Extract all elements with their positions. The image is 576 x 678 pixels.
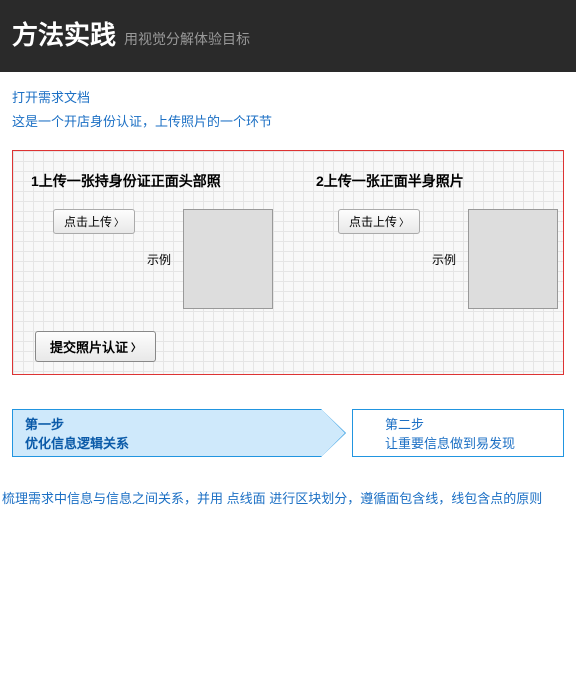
page-header: 方法实践 用视觉分解体验目标 [0, 0, 576, 72]
upload-button-1-label: 点击上传 [64, 213, 112, 230]
example-image-1 [183, 209, 273, 309]
example-label-2: 示例 [432, 251, 456, 268]
step-2[interactable]: 第二步 让重要信息做到易发现 [352, 409, 564, 457]
step-1-desc: 优化信息逻辑关系 [25, 433, 321, 452]
upload-button-1[interactable]: 点击上传 〉 [53, 209, 135, 234]
steps-nav: 第一步 优化信息逻辑关系 第二步 让重要信息做到易发现 [12, 409, 564, 459]
intro-description: 这是一个开店身份认证，上传照片的一个环节 [12, 111, 564, 130]
chevron-right-icon: 〉 [399, 214, 409, 229]
upload-column-2: 2上传一张正面半身照片 点击上传 〉 示例 [308, 171, 563, 309]
chevron-right-icon: 〉 [131, 339, 141, 354]
submit-button-label: 提交照片认证 [50, 337, 128, 356]
example-image-2 [468, 209, 558, 309]
step-1[interactable]: 第一步 优化信息逻辑关系 [12, 409, 322, 457]
page-title: 方法实践 [12, 15, 116, 52]
open-doc-link[interactable]: 打开需求文档 [12, 90, 90, 105]
chevron-right-icon: 〉 [114, 214, 124, 229]
example-label-1: 示例 [147, 251, 171, 268]
upload-column-1: 1上传一张持身份证正面头部照 点击上传 〉 示例 [23, 171, 278, 309]
upload-title-1: 1上传一张持身份证正面头部照 [31, 171, 278, 191]
upload-button-2[interactable]: 点击上传 〉 [338, 209, 420, 234]
step-2-desc: 让重要信息做到易发现 [385, 433, 563, 452]
upload-button-2-label: 点击上传 [349, 213, 397, 230]
intro-block: 打开需求文档 这是一个开店身份认证，上传照片的一个环节 [0, 72, 576, 138]
upload-panel: 1上传一张持身份证正面头部照 点击上传 〉 示例 2上传一张正面半身照片 点击上… [12, 150, 564, 375]
submit-button[interactable]: 提交照片认证 〉 [35, 331, 156, 362]
bottom-description: 梳理需求中信息与信息之间关系，并用 点线面 进行区块划分，遵循面包含线，线包含点… [2, 489, 574, 510]
step-2-label: 第二步 [385, 414, 563, 433]
upload-title-2: 2上传一张正面半身照片 [316, 171, 563, 191]
page-subtitle: 用视觉分解体验目标 [124, 29, 250, 49]
step-1-label: 第一步 [25, 414, 321, 433]
